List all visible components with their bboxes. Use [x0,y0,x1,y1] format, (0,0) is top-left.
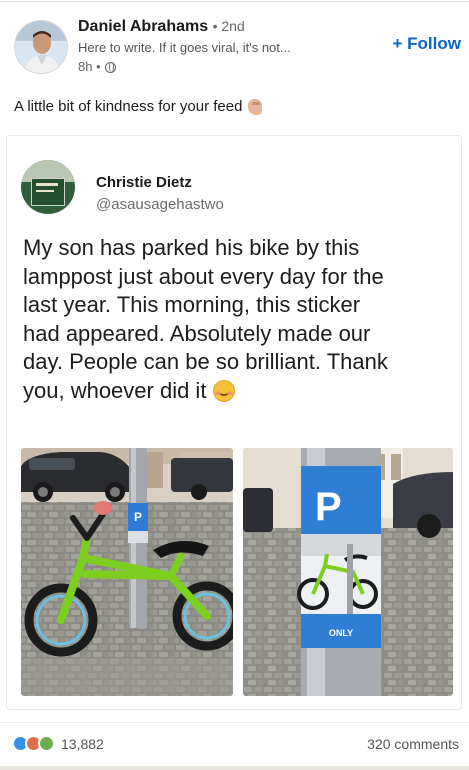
reaction-count: 13,882 [61,735,104,752]
svg-text:P: P [134,510,142,524]
shared-text-line: had appeared. Absolutely made our [23,320,371,346]
shared-author-avatar [21,160,75,214]
sign-letter: P [315,485,342,529]
top-divider [0,1,469,2]
author-avatar[interactable] [14,20,68,74]
support-reaction-icon [38,735,55,752]
sticker-photo[interactable]: P ONLY [243,448,453,696]
shared-text-line: you, whoever did it [23,377,207,403]
post-text: A little bit of kindness for your feed [14,97,263,117]
shared-author-handle: @asausagehastwo [96,196,224,213]
book-icon [31,178,65,206]
smile-icon [212,379,235,402]
comments-link[interactable]: 320 comments [367,736,459,752]
footer-divider [0,722,469,723]
bike-photo[interactable]: P [21,448,233,696]
shared-author-name: Christie Dietz [96,174,192,191]
globe-icon [104,61,116,73]
author-line: Daniel Abrahams • 2nd [78,16,368,37]
author-name[interactable]: Daniel Abrahams [78,18,208,35]
shared-post-text: My son has parked his bike by this lampp… [23,234,453,406]
sign-text: ONLY [329,628,353,638]
post-text-content: A little bit of kindness for your feed [14,98,243,115]
author-headline: Here to write. If it goes viral, it's no… [78,40,291,55]
follow-button[interactable]: + Follow [393,34,461,54]
hand-icon [248,99,263,115]
post-time: 8h • [78,59,101,74]
connection-degree: • 2nd [212,18,245,34]
bottom-divider [0,766,469,770]
shared-post-card[interactable]: Christie Dietz @asausagehastwo My son ha… [6,135,462,710]
author-block: Daniel Abrahams • 2nd Here to write. If … [78,16,368,76]
shared-text-line: My son has parked his bike by this [23,235,360,260]
shared-text-line: last year. This morning, this sticker [23,292,361,318]
reactions-summary[interactable]: 13,882 [12,735,104,752]
shared-text-line-last: you, whoever did it [23,377,453,406]
shared-text-line: day. People can be so brilliant. Thank [23,349,388,375]
shared-text-line: lamppost just about every day for the [23,263,384,289]
post-time-row: 8h • [78,58,368,76]
